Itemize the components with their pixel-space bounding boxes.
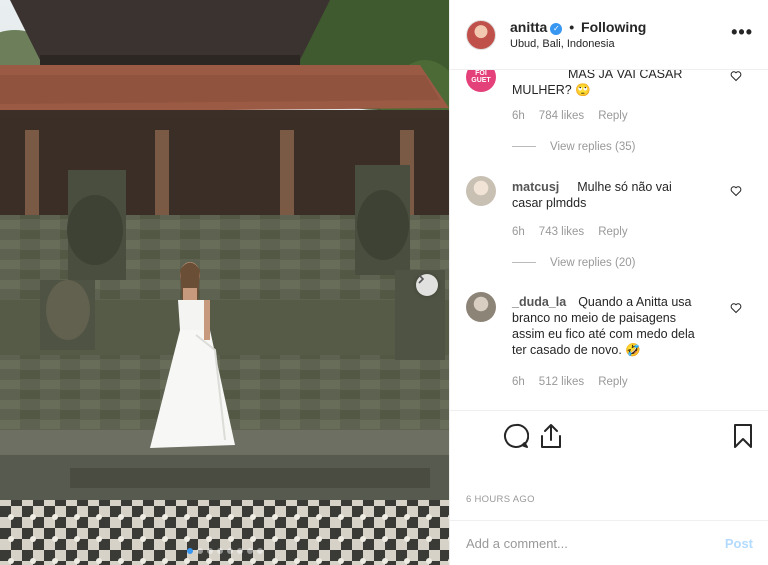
comment-input[interactable]: Add a comment... [466,536,568,551]
comment-age: 6h [512,226,525,238]
chevron-right-icon [418,274,425,284]
comment-line: branco no meio de paisagens [512,311,677,325]
post-timestamp[interactable]: 6 HOURS AGO [466,494,535,505]
bookmark-icon[interactable] [733,423,753,449]
post-photo[interactable] [0,0,449,565]
post-header: anitta ✓ • Following Ubud, Bali, Indonesi… [450,0,768,70]
comment-meta: 6h 512 likes Reply [512,376,642,388]
carousel-dot [226,548,233,554]
view-replies-label: View replies (35) [550,141,636,153]
comment-likes[interactable]: 512 likes [539,376,584,388]
comment-username[interactable]: matcusj [512,180,559,194]
divider [512,146,536,148]
comment-line: assim eu fico até com medo dela [512,327,695,341]
carousel-dot [186,548,193,554]
comment-likes[interactable]: 784 likes [539,110,584,122]
reply-button[interactable]: Reply [598,376,627,388]
add-comment-bar: Add a comment... Post [450,520,768,565]
comment-line: MULHER? 🙄 [512,83,591,97]
avatar[interactable]: FOI GUET [466,70,496,92]
comment-line: MAS JÁ VAI CASAR [568,70,683,81]
temple-photo [0,0,449,565]
avatar[interactable] [466,292,496,322]
comment-line: Mulhe só não vai [577,180,672,194]
carousel-dot [196,548,203,554]
carousel-dot [236,548,243,554]
comments-list[interactable]: FOI GUET MAS JÁ VAI CASAR MULHER? 🙄 6h 78… [450,70,768,410]
post-comment-button[interactable]: Post [725,536,753,551]
avatar[interactable] [466,20,496,50]
comment-meta: 6h 743 likes Reply [512,226,642,238]
comment-age: 6h [512,376,525,388]
comment-line: casar plmdds [512,196,587,210]
comment-icon[interactable] [503,423,529,449]
view-replies-button[interactable]: View replies (35) [512,141,635,153]
reply-button[interactable]: Reply [598,226,627,238]
comment-text: _duda_la Quando a Anitta usa branco no me… [512,294,695,358]
post-side-panel: anitta ✓ • Following Ubud, Bali, Indonesi… [449,0,768,565]
more-icon[interactable]: ••• [731,22,753,43]
comment-age: 6h [512,110,525,122]
location-link[interactable]: Ubud, Bali, Indonesia [510,38,615,50]
comment-text: matcusj Mulhe só não vai casar plmdds [512,179,672,211]
divider [512,262,536,264]
next-photo-button[interactable] [416,274,438,296]
header-user-line: anitta ✓ • Following [510,19,646,35]
reply-button[interactable]: Reply [598,110,627,122]
heart-icon[interactable] [730,302,742,314]
carousel-indicator [0,548,449,554]
carousel-dot [216,548,223,554]
username-link[interactable]: anitta [510,19,547,35]
share-icon[interactable] [539,423,563,449]
heart-icon[interactable] [730,70,742,82]
comment-likes[interactable]: 743 likes [539,226,584,238]
comment-text: MAS JÁ VAI CASAR MULHER? 🙄 [512,70,682,98]
comment-line: Quando a Anitta usa [578,295,692,309]
verified-icon: ✓ [550,23,563,35]
follow-status-button[interactable]: Following [581,19,646,35]
view-replies-button[interactable]: View replies (20) [512,257,635,269]
carousel-dot [256,548,263,554]
separator: • [569,19,575,35]
avatar[interactable] [466,176,496,206]
carousel-dot [206,548,213,554]
post-actions [450,410,768,460]
comment-username[interactable]: _duda_la [512,295,566,309]
carousel-dot [246,548,253,554]
comment-line: ter casado de novo. 🤣 [512,343,641,357]
comment-meta: 6h 784 likes Reply [512,110,642,122]
heart-icon[interactable] [730,185,742,197]
view-replies-label: View replies (20) [550,257,636,269]
